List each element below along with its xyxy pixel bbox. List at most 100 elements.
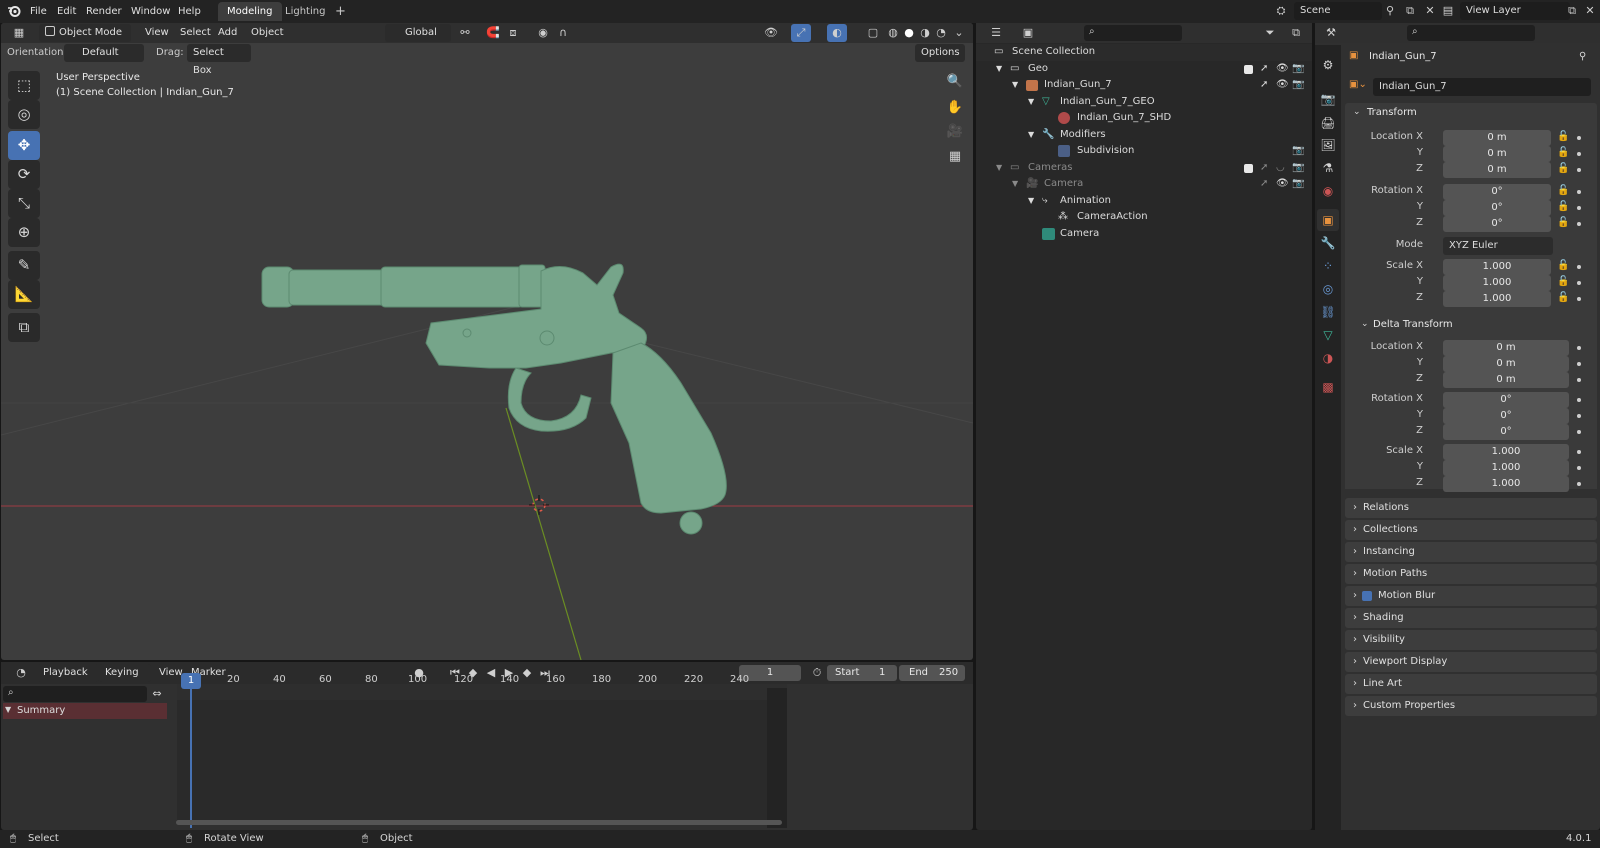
- cursor-tool[interactable]: ◎: [8, 100, 40, 129]
- options-button[interactable]: Options: [915, 44, 965, 62]
- measure-tool[interactable]: 📐: [8, 280, 40, 309]
- outliner-row-scene-collection[interactable]: ▭ Scene Collection: [976, 44, 1312, 61]
- drag-dropdown[interactable]: Select Box: [187, 44, 251, 76]
- outliner-row-subdivision[interactable]: Subdivision 📷: [976, 143, 1312, 160]
- output-tab-icon[interactable]: 🖨: [1317, 112, 1339, 134]
- outliner-row-modifiers[interactable]: ▼ 🔧 Modifiers: [976, 127, 1312, 144]
- menu-file[interactable]: File: [24, 2, 53, 21]
- snap-increment-icon[interactable]: ⧈: [503, 24, 523, 42]
- view-layer-icon[interactable]: ▤: [1438, 2, 1458, 20]
- expand-icon[interactable]: ▼: [1028, 94, 1034, 111]
- exclude-checkbox[interactable]: [1244, 64, 1253, 74]
- menu-help[interactable]: Help: [172, 2, 207, 21]
- rotation-x-field[interactable]: 0°: [1443, 184, 1551, 200]
- delta-rotation-z-field[interactable]: 0°: [1443, 424, 1569, 440]
- render-camera-icon[interactable]: 📷: [1292, 143, 1304, 160]
- keyframe-dot-icon[interactable]: [1577, 466, 1581, 470]
- delta-scale-x-field[interactable]: 1.000: [1443, 444, 1569, 460]
- tab-modeling[interactable]: Modeling: [218, 2, 282, 21]
- outliner-row-geo[interactable]: ▼ ▭ Geo ➚ 👁 📷: [976, 61, 1312, 78]
- menu-window[interactable]: Window: [125, 2, 176, 21]
- expand-icon[interactable]: ▼: [1028, 193, 1034, 210]
- instancing-panel[interactable]: Instancing: [1345, 542, 1597, 562]
- select-arrow-icon[interactable]: ➚: [1260, 61, 1268, 78]
- exclude-checkbox[interactable]: [1244, 163, 1253, 173]
- lock-icon[interactable]: 🔓: [1557, 260, 1569, 271]
- lock-icon[interactable]: 🔓: [1557, 201, 1569, 212]
- keyframe-dot-icon[interactable]: [1577, 297, 1581, 301]
- outliner-row-camera-object[interactable]: ▼ 🎥 Camera ➚ 👁 📷: [976, 176, 1312, 193]
- lock-icon[interactable]: 🔓: [1557, 131, 1569, 142]
- rendered-shading-icon[interactable]: ◔: [931, 24, 951, 42]
- playback-dropdown[interactable]: Playback: [37, 664, 99, 682]
- keyframe-dot-icon[interactable]: [1577, 362, 1581, 366]
- visibility-panel[interactable]: Visibility: [1345, 630, 1597, 650]
- material-tab-icon[interactable]: ◑: [1317, 347, 1339, 369]
- keying-dropdown[interactable]: Keying: [99, 664, 151, 682]
- add-cube-tool[interactable]: ⧉: [8, 313, 40, 342]
- timeline-editor-type-icon[interactable]: ◔: [9, 664, 33, 682]
- relations-panel[interactable]: Relations: [1345, 498, 1597, 518]
- expand-icon[interactable]: ▼: [996, 61, 1002, 78]
- render-tab-icon[interactable]: 📷: [1317, 88, 1339, 110]
- xray-icon[interactable]: ▢: [863, 24, 883, 42]
- motion-blur-checkbox[interactable]: [1362, 591, 1372, 601]
- outliner-editor-type-icon[interactable]: ☰: [984, 24, 1008, 42]
- modifier-tab-icon[interactable]: 🔧: [1317, 232, 1339, 254]
- pin-icon[interactable]: ⚲: [1579, 51, 1586, 62]
- lock-icon[interactable]: 🔓: [1557, 292, 1569, 303]
- rotation-z-field[interactable]: 0°: [1443, 216, 1551, 232]
- camera-view-icon[interactable]: 🎥: [945, 123, 965, 141]
- timeline-area[interactable]: [177, 684, 787, 824]
- zoom-icon[interactable]: 🔍: [945, 73, 965, 91]
- chevron-down-icon[interactable]: ⌄: [1361, 319, 1369, 329]
- keyframe-dot-icon[interactable]: [1577, 430, 1581, 434]
- transform-orientation-dropdown[interactable]: Global: [385, 24, 451, 42]
- swap-icon[interactable]: ⇔: [147, 685, 167, 703]
- delta-scale-y-field[interactable]: 1.000: [1443, 460, 1569, 476]
- keyframe-dot-icon[interactable]: [1577, 190, 1581, 194]
- new-scene-icon[interactable]: ⧉: [1400, 2, 1420, 20]
- new-collection-icon[interactable]: ⧉: [1286, 24, 1306, 42]
- delta-location-z-field[interactable]: 0 m: [1443, 372, 1569, 388]
- outliner-row-mesh-data[interactable]: ▼ ▽ Indian_Gun_7_GEO: [976, 94, 1312, 111]
- current-frame-indicator[interactable]: 1: [181, 673, 201, 689]
- keyframe-dot-icon[interactable]: [1577, 450, 1581, 454]
- pan-hand-icon[interactable]: ✋: [945, 99, 965, 117]
- select-arrow-icon[interactable]: ➚: [1260, 160, 1268, 177]
- transform-tool[interactable]: ⊕: [8, 218, 40, 247]
- collections-panel[interactable]: Collections: [1345, 520, 1597, 540]
- motion-paths-panel[interactable]: Motion Paths: [1345, 564, 1597, 584]
- keyframe-dot-icon[interactable]: [1577, 152, 1581, 156]
- view-layer-tab-icon[interactable]: 🖼: [1317, 134, 1339, 156]
- texture-tab-icon[interactable]: ▩: [1317, 376, 1339, 398]
- keyframe-dot-icon[interactable]: [1577, 136, 1581, 140]
- keyframe-dot-icon[interactable]: [1577, 206, 1581, 210]
- location-x-field[interactable]: 0 m: [1443, 130, 1551, 146]
- lock-icon[interactable]: 🔓: [1557, 217, 1569, 228]
- scene-tab-icon[interactable]: ⚗: [1317, 157, 1339, 179]
- expand-icon[interactable]: ▼: [996, 160, 1002, 177]
- blender-logo-icon[interactable]: [7, 4, 21, 18]
- render-camera-icon[interactable]: 📷: [1292, 176, 1304, 193]
- pin-icon[interactable]: ⚲: [1380, 2, 1400, 20]
- particles-tab-icon[interactable]: ⁘: [1317, 255, 1339, 277]
- ortho-grid-icon[interactable]: ▦: [945, 148, 965, 166]
- add-workspace-button[interactable]: +: [326, 2, 355, 21]
- expand-icon[interactable]: ▼: [1012, 176, 1018, 193]
- keyframe-dot-icon[interactable]: [1577, 378, 1581, 382]
- rotate-tool[interactable]: ⟳: [8, 160, 40, 189]
- rotation-y-field[interactable]: 0°: [1443, 200, 1551, 216]
- keyframe-dot-icon[interactable]: [1577, 281, 1581, 285]
- custom-properties-panel[interactable]: Custom Properties: [1345, 696, 1597, 716]
- data-tab-icon[interactable]: ▽: [1317, 324, 1339, 346]
- scale-y-field[interactable]: 1.000: [1443, 275, 1551, 291]
- timeline-scrollbar[interactable]: [176, 820, 782, 825]
- move-tool[interactable]: ✥: [8, 131, 40, 160]
- transform-panel-header[interactable]: Transform: [1345, 103, 1597, 123]
- outliner-row-indian-gun-7[interactable]: ▼ Indian_Gun_7 ➚ 👁 📷: [976, 77, 1312, 94]
- eye-icon[interactable]: 👁: [1276, 176, 1289, 193]
- scale-x-field[interactable]: 1.000: [1443, 259, 1551, 275]
- viewport-display-panel[interactable]: Viewport Display: [1345, 652, 1597, 672]
- delta-location-y-field[interactable]: 0 m: [1443, 356, 1569, 372]
